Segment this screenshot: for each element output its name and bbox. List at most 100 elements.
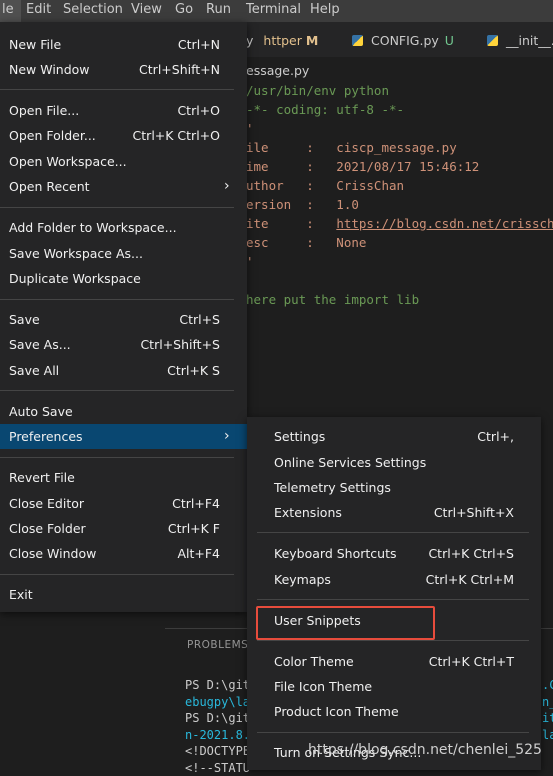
menu-item-label: New Window [9,57,90,82]
tab-config[interactable]: CONFIG.pyU [352,22,454,57]
terminal-line: ebugpy\la [185,694,250,711]
menu-item-add-folder[interactable]: Add Folder to Workspace... [0,215,247,240]
menu-item-label: Open File... [9,98,79,123]
shortcut-label: Ctrl+K F [168,516,220,541]
menu-item-open-file[interactable]: Open File...Ctrl+O [0,98,247,123]
menu-item-telemetry-settings[interactable]: Telemetry Settings [247,475,541,500]
shortcut-label: Ctrl+K Ctrl+M [426,567,514,592]
chevron-right-icon: › [224,424,230,449]
menu-item-label: Close Window [9,541,96,566]
code-line: ' [246,252,553,271]
menu-item-extensions[interactable]: Extensions Ctrl+Shift+X [247,500,541,525]
menu-edit[interactable]: Edit [26,0,51,22]
code-line: /usr/bin/env python [246,81,553,100]
modified-badge: M [306,33,318,48]
menu-item-auto-save[interactable]: Auto Save [0,399,247,424]
tab-httper[interactable]: y httperM [246,22,318,57]
menu-selection[interactable]: Selection [63,0,123,22]
menu-terminal[interactable]: Terminal [246,0,301,22]
code-text: ite : [246,216,336,231]
terminal-line: n-2021.8. [185,727,250,744]
terminal-line: PS D:\git [185,710,250,727]
menu-separator [257,640,529,641]
menu-item-file-icon-theme[interactable]: File Icon Theme [247,674,541,699]
menu-item-settings[interactable]: Settings Ctrl+, [247,424,541,449]
menu-item-keymaps[interactable]: KeymapsCtrl+K Ctrl+M [247,567,541,592]
menu-item-duplicate-workspace[interactable]: Duplicate Workspace [0,266,247,291]
code-editor[interactable]: /usr/bin/env python -*- coding: utf-8 -*… [246,81,553,309]
menu-item-color-theme[interactable]: Color ThemeCtrl+K Ctrl+T [247,649,541,674]
menu-item-online-services-settings[interactable]: Online Services Settings [247,450,541,475]
menu-item-label: Close Folder [9,516,86,541]
menu-item-save-all[interactable]: Save AllCtrl+K S [0,358,247,383]
menu-item-label: Save [9,307,40,332]
code-line: ile : ciscp_message.py [246,138,553,157]
menu-separator [0,574,234,575]
shortcut-label: Ctrl+, [477,424,514,449]
menu-item-save[interactable]: Save Ctrl+S [0,307,247,332]
menu-item-save-as[interactable]: Save As...Ctrl+Shift+S [0,332,247,357]
menu-item-new-window[interactable]: New Window Ctrl+Shift+N [0,57,247,82]
menu-item-new-file[interactable]: New FileCtrl+N [0,32,247,57]
watermark: https://blog.csdn.net/chenlei_525 [308,742,542,758]
terminal-line: <!DOCTYPE [185,743,250,760]
tab-init[interactable]: __init__.p [487,22,553,57]
site-link[interactable]: https://blog.csdn.net/crissch [336,216,553,231]
menu-item-keyboard-shortcuts[interactable]: Keyboard ShortcutsCtrl+K Ctrl+S [247,541,541,566]
menu-item-preferences[interactable]: Preferences › [0,424,247,449]
menu-item-label: Open Folder... [9,123,96,148]
menu-separator [0,390,234,391]
menu-item-product-icon-theme[interactable]: Product Icon Theme [247,699,541,724]
shortcut-label: Ctrl+Shift+X [434,500,514,525]
breadcrumb[interactable]: essage.py [246,63,309,78]
menu-help[interactable]: Help [310,0,340,22]
menu-item-label: Save All [9,358,59,383]
tab-label: __init__.p [506,33,553,48]
shortcut-label: Ctrl+Shift+N [139,57,220,82]
tab-problems[interactable]: PROBLEMS [187,639,248,651]
menu-item-open-workspace[interactable]: Open Workspace... [0,149,247,174]
menu-run[interactable]: Run [206,0,231,22]
shortcut-label: Ctrl+F4 [172,491,220,516]
preferences-submenu: SettingsCtrl+, Online Services Settings … [247,417,541,770]
menu-item-label: Close Editor [9,491,84,516]
shortcut-label: Ctrl+N [178,32,220,57]
highlight-box [256,606,435,640]
menu-go[interactable]: Go [175,0,193,22]
code-line: ersion : 1.0 [246,195,553,214]
menu-separator [257,732,529,733]
menu-view[interactable]: View [131,0,162,22]
code-line: here put the import lib [246,290,553,309]
menu-separator [0,299,234,300]
menu-item-label: Open Recent [9,174,90,199]
tab-label: CONFIG.py [371,33,439,48]
menu-item-label: Settings [274,424,325,449]
menu-item-label: Product Icon Theme [274,699,399,724]
menu-separator [0,457,234,458]
terminal-fragment: it [542,710,553,727]
menu-file[interactable]: le [0,0,21,22]
menu-item-close-editor[interactable]: Close Editor Ctrl+F4 [0,491,247,516]
menu-item-save-workspace[interactable]: Save Workspace As... [0,241,247,266]
menu-item-label: Add Folder to Workspace... [9,215,177,240]
menu-separator [0,207,234,208]
menu-item-label: Save As... [9,332,71,357]
menu-item-label: Auto Save [9,399,73,424]
terminal-output[interactable]: PS D:\git ebugpy\la PS D:\git n-2021.8. … [185,677,250,776]
terminal-line: PS D:\git [185,677,250,694]
shortcut-label: Alt+F4 [177,541,220,566]
menu-item-label: Preferences [9,424,83,449]
menu-item-label: Save Workspace As... [9,241,143,266]
menu-item-close-folder[interactable]: Close Folder Ctrl+K F [0,516,247,541]
menu-item-label: Online Services Settings [274,450,426,475]
menu-item-open-folder[interactable]: Open Folder...Ctrl+K Ctrl+O [0,123,247,148]
terminal-fragment: .Ch [542,677,553,694]
menu-item-revert-file[interactable]: Revert File [0,465,247,490]
menu-item-exit[interactable]: Exit [0,582,247,607]
menu-item-label: Duplicate Workspace [9,266,141,291]
menu-item-label: File Icon Theme [274,674,372,699]
menu-item-label: Extensions [274,500,342,525]
menu-item-open-recent[interactable]: Open Recent› [0,174,247,199]
shortcut-label: Ctrl+S [179,307,220,332]
menu-item-close-window[interactable]: Close Window Alt+F4 [0,541,247,566]
